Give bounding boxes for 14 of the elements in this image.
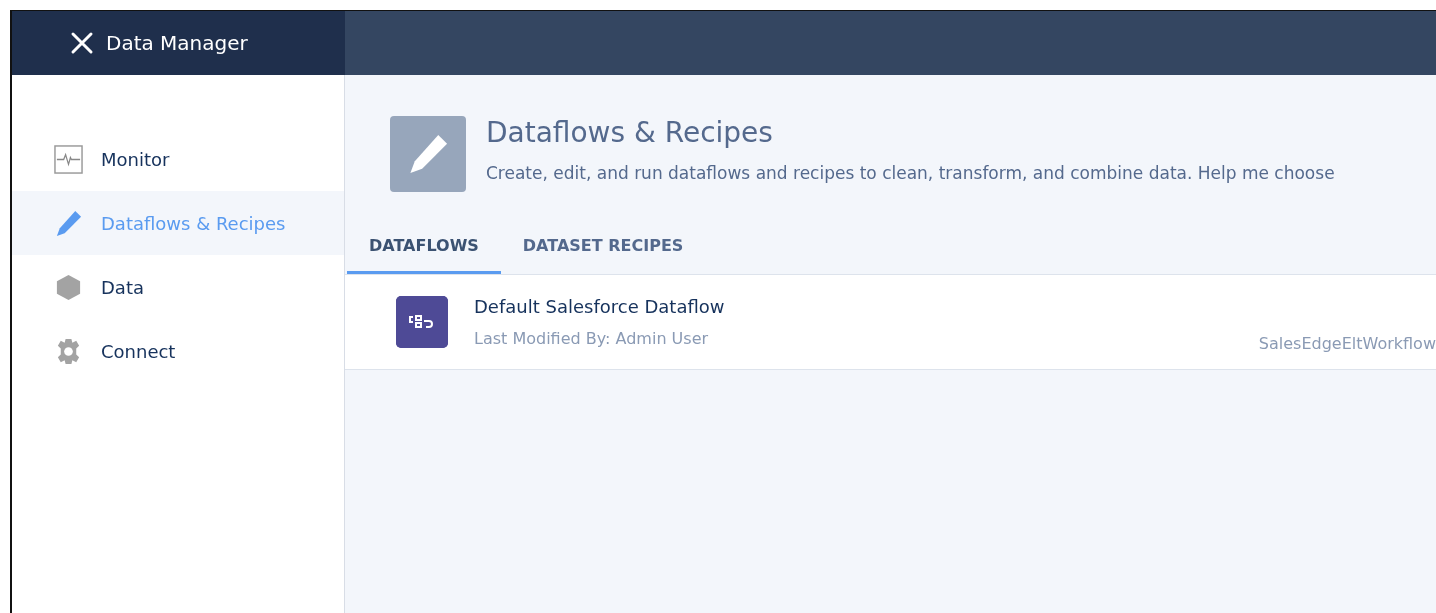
- dataflow-name[interactable]: Default Salesforce Dataflow: [474, 296, 725, 317]
- workflow-name: SalesEdgeEltWorkflow: [1258, 334, 1436, 353]
- sidebar-item[interactable]: Data: [12, 255, 344, 319]
- tab[interactable]: DATASET RECIPES: [500, 222, 706, 274]
- sidebar-item[interactable]: Connect: [12, 319, 344, 383]
- app-title: Data Manager: [106, 31, 248, 55]
- sidebar-item[interactable]: Monitor: [12, 127, 344, 191]
- dataflow-icon: [396, 296, 448, 348]
- page-title: Dataflows & Recipes: [486, 116, 774, 149]
- last-modified-text: Last Modified By: Admin User: [474, 329, 710, 348]
- pencil-icon: [54, 208, 83, 238]
- hexagon-icon: [54, 272, 83, 302]
- page-description: Create, edit, and run dataflows and recipes to clean, transform, and combine data. Help me choose: [486, 163, 1335, 183]
- pulse-monitor-icon: [54, 144, 83, 174]
